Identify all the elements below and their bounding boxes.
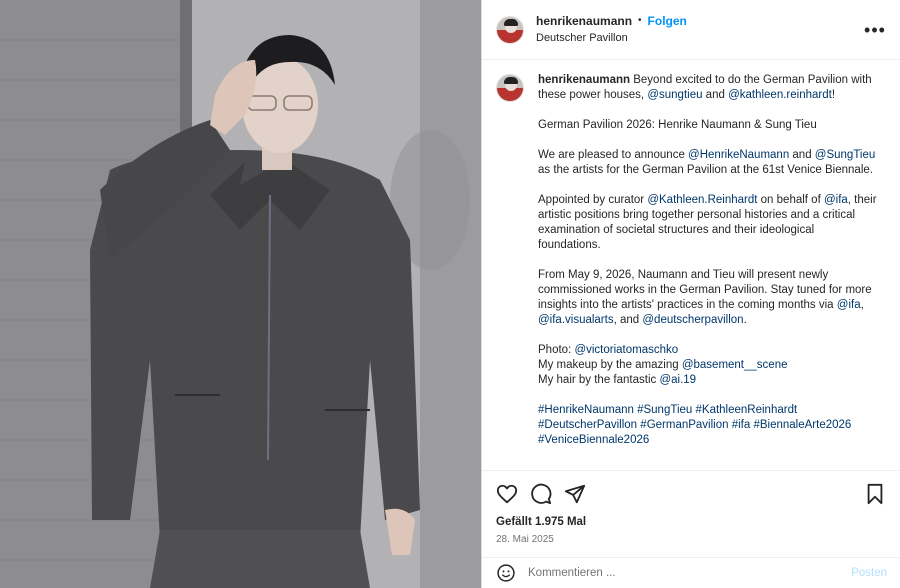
comment-bar: Posten bbox=[482, 557, 900, 588]
portrait-image bbox=[0, 0, 481, 588]
mention-link[interactable]: @SungTieu bbox=[815, 149, 875, 161]
mention-link[interactable]: @ifa.visualarts bbox=[538, 314, 614, 326]
caption-area[interactable]: henrikenaumann Beyond excited to do the … bbox=[482, 61, 900, 470]
caption-text-fragment: . bbox=[743, 314, 747, 326]
caption-text-fragment: , bbox=[860, 299, 864, 311]
hashtag-link[interactable]: #ifa bbox=[732, 419, 751, 431]
location-link[interactable]: Deutscher Pavillon bbox=[536, 30, 687, 46]
caption-text-fragment: My hair by the fantastic bbox=[538, 374, 660, 386]
share-icon[interactable] bbox=[564, 483, 586, 505]
mention-link[interactable]: @ai.19 bbox=[659, 374, 696, 386]
caption-text-fragment: My makeup by the amazing bbox=[538, 359, 682, 371]
caption-text-fragment: Photo: bbox=[538, 344, 575, 356]
action-bar bbox=[482, 470, 900, 514]
hashtag-link[interactable]: #SungTieu bbox=[637, 404, 692, 416]
post-container: henrikenaumann • Folgen Deutscher Pavill… bbox=[0, 0, 900, 588]
mention-link[interactable]: @ifa bbox=[824, 194, 848, 206]
caption-text-fragment: , and bbox=[613, 314, 643, 326]
hashtag-link[interactable]: #GermanPavilion bbox=[640, 419, 728, 431]
heart-icon[interactable] bbox=[496, 483, 518, 505]
header-username[interactable]: henrikenaumann bbox=[536, 13, 632, 29]
more-options-icon[interactable]: ••• bbox=[863, 20, 887, 40]
post-panel: henrikenaumann • Folgen Deutscher Pavill… bbox=[481, 0, 900, 588]
mention-link[interactable]: @Kathleen.Reinhardt bbox=[647, 194, 757, 206]
follow-button[interactable]: Folgen bbox=[648, 13, 687, 29]
emoji-icon[interactable] bbox=[496, 563, 516, 583]
hashtag-link[interactable]: #DeutscherPavillon bbox=[538, 419, 637, 431]
mention-link[interactable]: @victoriatomaschko bbox=[574, 344, 678, 356]
post-header: henrikenaumann • Folgen Deutscher Pavill… bbox=[482, 0, 900, 60]
caption-text-fragment: ! bbox=[831, 89, 836, 101]
header-separator: • bbox=[638, 15, 642, 26]
caption-text-fragment: and bbox=[702, 89, 729, 101]
mention-link[interactable]: @kathleen.reinhardt bbox=[728, 89, 832, 101]
comment-input[interactable] bbox=[528, 567, 828, 579]
like-count[interactable]: Gefällt 1.975 Mal bbox=[496, 516, 586, 528]
caption-avatar[interactable] bbox=[496, 74, 524, 102]
post-comment-button[interactable]: Posten bbox=[851, 567, 887, 579]
mention-link[interactable]: @sungtieu bbox=[647, 89, 702, 101]
caption-text-fragment: Appointed by curator bbox=[538, 194, 648, 206]
hashtag-link[interactable]: #HenrikeNaumann bbox=[538, 404, 634, 416]
caption-text-fragment: as the artists for the German Pavilion a… bbox=[538, 164, 873, 176]
mention-link[interactable]: @ifa bbox=[837, 299, 861, 311]
avatar[interactable] bbox=[496, 15, 524, 44]
caption-username[interactable]: henrikenaumann bbox=[538, 74, 630, 86]
caption-text-fragment: on behalf of bbox=[757, 194, 824, 206]
mention-link[interactable]: @basement__scene bbox=[682, 359, 788, 371]
caption-headline: German Pavilion 2026: Henrike Naumann & … bbox=[538, 119, 817, 131]
caption-text: henrikenaumann Beyond excited to do the … bbox=[538, 73, 878, 463]
post-photo[interactable] bbox=[0, 0, 481, 588]
caption-text-fragment: and bbox=[789, 149, 815, 161]
comment-icon[interactable] bbox=[530, 483, 552, 505]
hashtag-link[interactable]: #KathleenReinhardt bbox=[696, 404, 798, 416]
post-date[interactable]: 28. Mai 2025 bbox=[496, 534, 554, 545]
hashtag-link[interactable]: #BiennaleArte2026 bbox=[753, 419, 851, 431]
hashtag-list: #HenrikeNaumann #SungTieu #KathleenReinh… bbox=[538, 403, 878, 448]
caption-text-fragment: From May 9, 2026, Naumann and Tieu will … bbox=[538, 269, 872, 311]
mention-link[interactable]: @deutscherpavillon bbox=[642, 314, 743, 326]
bookmark-icon[interactable] bbox=[864, 483, 886, 505]
caption-text-fragment: We are pleased to announce bbox=[538, 149, 689, 161]
hashtag-link[interactable]: #VeniceBiennale2026 bbox=[538, 434, 649, 446]
mention-link[interactable]: @HenrikeNaumann bbox=[688, 149, 789, 161]
header-text: henrikenaumann • Folgen Deutscher Pavill… bbox=[536, 13, 687, 46]
